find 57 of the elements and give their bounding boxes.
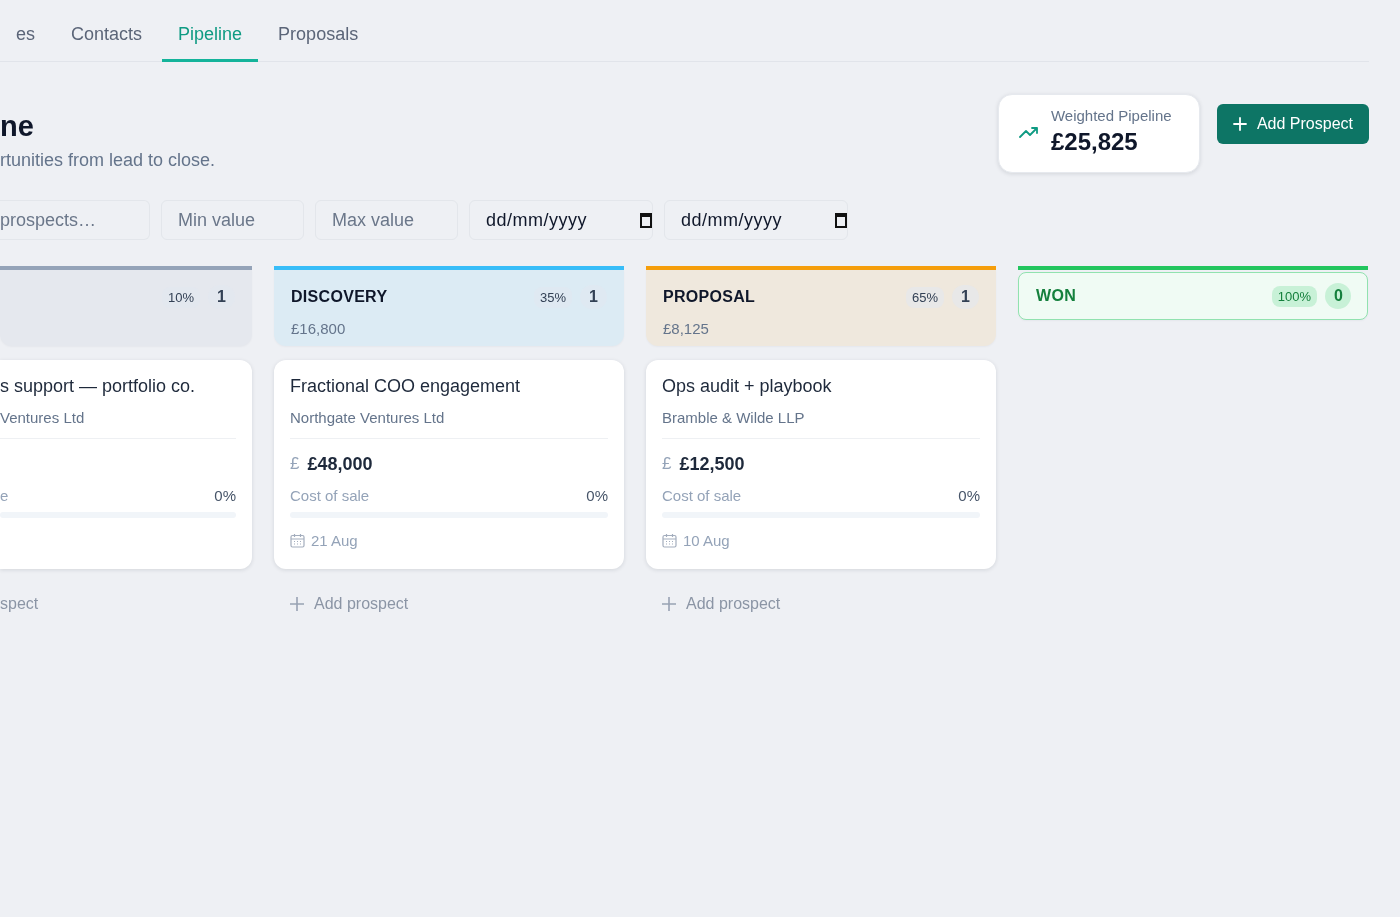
stat-label: Weighted Pipeline bbox=[1050, 107, 1172, 124]
due-date: 10 Aug bbox=[683, 532, 730, 549]
cost-label: Cost of sale bbox=[290, 487, 370, 504]
currency-icon: £ bbox=[290, 454, 300, 474]
company-name: Bramble & Wilde LLP bbox=[662, 409, 980, 439]
probability-badge: 65% bbox=[906, 286, 945, 308]
filter-field[interactable]: Min value bbox=[161, 200, 304, 240]
currency-icon: £ bbox=[662, 454, 672, 474]
date-value: dd/mm/yyyy bbox=[681, 209, 782, 231]
prospect-card[interactable]: Fractional COO engagement Northgate Ventures Ltd £ £48,000 Cost of sale 0% 21 Aug bbox=[274, 360, 624, 569]
tab[interactable]: Proposals bbox=[262, 20, 375, 62]
tab[interactable]: es bbox=[0, 20, 51, 62]
cost-percent: 0% bbox=[214, 487, 236, 504]
card-title: Fractional COO engagement bbox=[290, 376, 522, 397]
filter-field[interactable]: Max value bbox=[315, 200, 458, 240]
stage-name: DISCOVERY bbox=[291, 288, 388, 306]
deal-value: £12,500 bbox=[679, 453, 745, 475]
card-title: s support — portfolio co. bbox=[0, 376, 197, 397]
add-prospect-button[interactable]: Add Prospect bbox=[1216, 103, 1369, 144]
cost-percent: 0% bbox=[586, 487, 608, 504]
plus-icon bbox=[1232, 116, 1247, 131]
stage-name: WON bbox=[1036, 287, 1076, 305]
count-badge: 1 bbox=[952, 285, 979, 309]
date-field[interactable]: dd/mm/yyyy bbox=[664, 200, 848, 240]
cost-label: Cost of sale bbox=[662, 487, 742, 504]
plus-icon bbox=[290, 597, 304, 611]
date-value: dd/mm/yyyy bbox=[486, 209, 587, 231]
page-title: ne bbox=[0, 109, 35, 144]
stage-total: £8,125 bbox=[663, 320, 710, 337]
date-field[interactable]: dd/mm/yyyy bbox=[469, 200, 653, 240]
prospect-card[interactable]: Ops audit + playbook Bramble & Wilde LLP £ £12,500 Cost of sale 0% 10 Aug bbox=[646, 360, 996, 569]
filter-field[interactable]: prospects… bbox=[0, 200, 150, 240]
add-prospect-link[interactable]: Add prospect bbox=[274, 595, 409, 613]
calendar-icon bbox=[290, 533, 305, 548]
probability-badge: 100% bbox=[1271, 285, 1317, 307]
prospect-card[interactable]: s support — portfolio co. Ventures Ltd e 0% bbox=[0, 360, 252, 569]
page-subtitle: rtunities from lead to close. bbox=[0, 150, 216, 171]
company-name: Ventures Ltd bbox=[0, 409, 236, 439]
trend-up-icon bbox=[1018, 124, 1039, 139]
card-title: Ops audit + playbook bbox=[662, 376, 833, 397]
stage-total: £16,800 bbox=[291, 320, 347, 337]
add-prospect-link[interactable]: Add prospect bbox=[646, 595, 781, 613]
due-date: 21 Aug bbox=[311, 532, 358, 549]
stat-value: £25,825 bbox=[1050, 128, 1139, 156]
plus-icon bbox=[662, 597, 676, 611]
add-prospect-link[interactable]: spect bbox=[0, 595, 39, 613]
deal-value: £48,000 bbox=[307, 453, 373, 475]
tab[interactable]: Pipeline bbox=[162, 20, 259, 62]
cost-percent: 0% bbox=[958, 487, 980, 504]
cost-label: e bbox=[0, 487, 9, 504]
count-badge: 0 bbox=[1325, 283, 1351, 309]
calendar-icon bbox=[662, 533, 677, 548]
calendar-icon[interactable] bbox=[835, 212, 847, 228]
calendar-icon[interactable] bbox=[640, 212, 652, 228]
stage-name: PROPOSAL bbox=[663, 288, 756, 306]
company-name: Northgate Ventures Ltd bbox=[290, 409, 608, 439]
tab[interactable]: Contacts bbox=[55, 20, 159, 62]
